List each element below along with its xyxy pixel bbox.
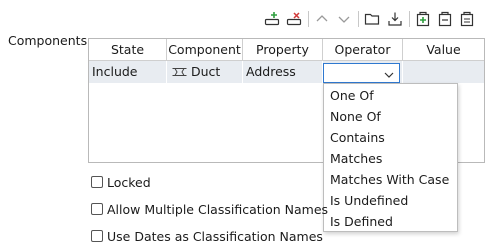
state-cell[interactable]: Include (89, 61, 167, 83)
column-header-property[interactable]: Property (243, 39, 323, 61)
locked-label: Locked (107, 174, 151, 190)
allow-multiple-names-label: Allow Multiple Classification Names (107, 201, 329, 217)
chevron-down-icon (384, 68, 394, 83)
duct-icon (172, 62, 187, 84)
components-label: Components (8, 33, 88, 48)
remove-row-icon[interactable] (285, 10, 303, 28)
property-cell[interactable]: Address (243, 61, 323, 83)
allow-multiple-names-checkbox-row[interactable]: Allow Multiple Classification Names (91, 200, 328, 218)
option-is-defined[interactable]: Is Defined (330, 211, 393, 232)
option-matches-with-case[interactable]: Matches With Case (330, 169, 449, 190)
column-header-state[interactable]: State (89, 39, 167, 61)
option-matches[interactable]: Matches (330, 148, 382, 169)
move-down-icon[interactable] (335, 10, 353, 28)
add-row-icon[interactable] (263, 10, 281, 28)
option-none-of[interactable]: None Of (330, 106, 381, 127)
column-header-component[interactable]: Component (167, 39, 243, 61)
column-header-value[interactable]: Value (403, 39, 484, 61)
operator-dropdown[interactable]: One Of None Of Contains Matches Matches … (323, 83, 458, 232)
add-set-icon[interactable] (414, 10, 432, 28)
import-icon[interactable] (386, 10, 404, 28)
move-up-icon[interactable] (313, 10, 331, 28)
option-is-undefined[interactable]: Is Undefined (330, 190, 408, 211)
locked-checkbox-row[interactable]: Locked (91, 173, 151, 191)
option-one-of[interactable]: One Of (330, 85, 374, 106)
save-set-icon[interactable] (458, 10, 476, 28)
table-row[interactable]: Include Duct Address (89, 61, 484, 83)
use-dates-checkbox-row[interactable]: Use Dates as Classification Names (91, 227, 323, 245)
component-name: Duct (191, 64, 221, 79)
open-folder-icon[interactable] (363, 10, 381, 28)
use-dates-label: Use Dates as Classification Names (107, 228, 323, 244)
clipboard-icon[interactable] (436, 10, 454, 28)
component-cell[interactable]: Duct (167, 61, 243, 83)
option-contains[interactable]: Contains (330, 127, 385, 148)
value-cell[interactable] (403, 61, 484, 83)
column-header-operator[interactable]: Operator (323, 39, 403, 61)
use-dates-checkbox[interactable] (91, 230, 103, 242)
locked-checkbox[interactable] (91, 176, 103, 188)
operator-select[interactable] (323, 63, 400, 83)
allow-multiple-names-checkbox[interactable] (91, 203, 103, 215)
